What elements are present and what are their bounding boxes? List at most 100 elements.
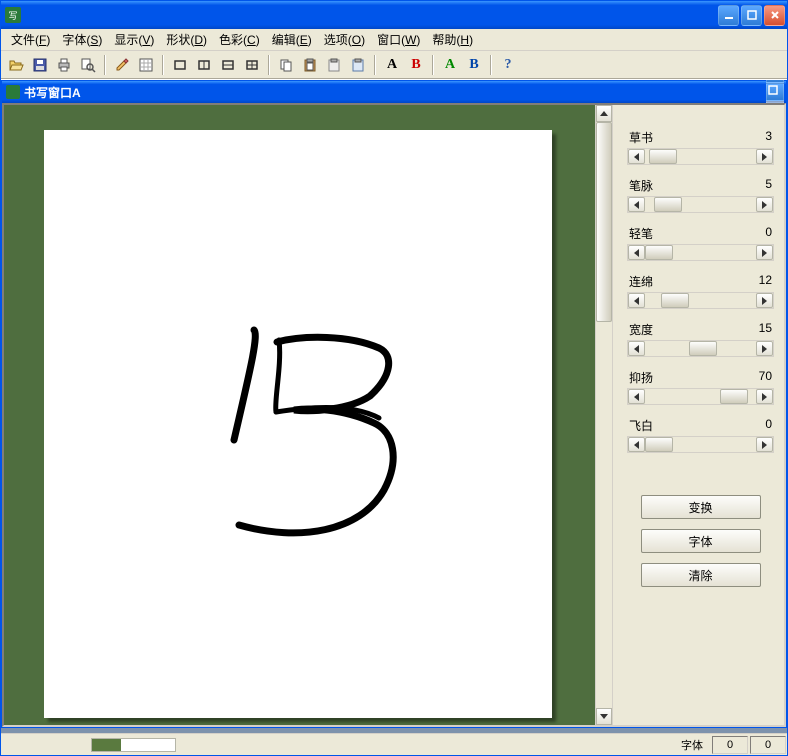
drawing-paper[interactable] (44, 130, 552, 718)
slider-track-1[interactable] (645, 197, 756, 212)
slider-left-6[interactable] (628, 437, 645, 452)
grid-icon[interactable] (135, 54, 157, 76)
slider-left-5[interactable] (628, 389, 645, 404)
slider-thumb-0[interactable] (649, 149, 677, 164)
vertical-scrollbar[interactable] (595, 105, 612, 725)
slider-track-5[interactable] (645, 389, 756, 404)
toolbar: ABAB? (1, 51, 787, 79)
slider-left-1[interactable] (628, 197, 645, 212)
slider-right-5[interactable] (756, 389, 773, 404)
slider-value-4: 15 (759, 321, 772, 338)
slider-value-3: 12 (759, 273, 772, 290)
rect1-icon[interactable] (169, 54, 191, 76)
slider-thumb-4[interactable] (689, 341, 717, 356)
clipboard-icon[interactable] (323, 54, 345, 76)
slider-left-0[interactable] (628, 149, 645, 164)
slider-6: 飞白0 (627, 417, 774, 453)
slider-track-2[interactable] (645, 245, 756, 260)
clipboard2-icon[interactable] (347, 54, 369, 76)
status-bar: 字体 0 0 (1, 733, 787, 755)
slider-right-6[interactable] (756, 437, 773, 452)
slider-thumb-5[interactable] (720, 389, 748, 404)
status-progress (91, 738, 176, 752)
main-titlebar[interactable]: 写 (1, 1, 787, 29)
menu-c[interactable]: 色彩(C) (213, 29, 266, 50)
slider-right-1[interactable] (756, 197, 773, 212)
letter-b2[interactable]: B (463, 54, 485, 76)
slider-thumb-1[interactable] (654, 197, 682, 212)
slider-value-0: 3 (765, 129, 772, 146)
slider-right-3[interactable] (756, 293, 773, 308)
slider-left-3[interactable] (628, 293, 645, 308)
slider-left-4[interactable] (628, 341, 645, 356)
canvas-area[interactable] (4, 105, 612, 725)
slider-right-0[interactable] (756, 149, 773, 164)
slider-4: 宽度 15 (627, 321, 774, 357)
menu-h[interactable]: 帮助(H) (426, 29, 479, 50)
scroll-down-button[interactable] (596, 708, 612, 725)
slider-5: 抑扬70 (627, 369, 774, 405)
menu-o[interactable]: 选项(O) (318, 29, 371, 50)
child-maximize-button[interactable] (766, 83, 784, 101)
font-button[interactable]: 字体 (641, 529, 761, 553)
letter-a1[interactable]: A (381, 54, 403, 76)
rect4-icon[interactable] (241, 54, 263, 76)
slider-track-0[interactable] (645, 149, 756, 164)
minimize-button[interactable] (718, 5, 739, 26)
pencil-icon[interactable] (111, 54, 133, 76)
slider-bar-4[interactable] (627, 340, 774, 357)
save-icon[interactable] (29, 54, 51, 76)
rect3-icon[interactable] (217, 54, 239, 76)
slider-right-4[interactable] (756, 341, 773, 356)
menu-f[interactable]: 文件(F) (5, 29, 56, 50)
menu-s[interactable]: 字体(S) (56, 29, 108, 50)
scroll-up-button[interactable] (596, 105, 612, 122)
menu-e[interactable]: 编辑(E) (266, 29, 318, 50)
child-window: 书写窗口A (1, 80, 787, 728)
child-titlebar[interactable]: 书写窗口A (2, 81, 786, 103)
menu-v[interactable]: 显示(V) (108, 29, 160, 50)
slider-track-6[interactable] (645, 437, 756, 452)
copy-icon[interactable] (275, 54, 297, 76)
slider-right-2[interactable] (756, 245, 773, 260)
letter-a2[interactable]: A (439, 54, 461, 76)
slider-left-2[interactable] (628, 245, 645, 260)
slider-track-3[interactable] (645, 293, 756, 308)
print-icon[interactable] (53, 54, 75, 76)
paste-icon[interactable] (299, 54, 321, 76)
scroll-track[interactable] (596, 322, 612, 708)
scroll-thumb[interactable] (596, 122, 612, 322)
status-label: 字体 (681, 737, 703, 753)
slider-thumb-2[interactable] (645, 245, 673, 260)
slider-1: 笔脉5 (627, 177, 774, 213)
slider-3: 连绵 12 (627, 273, 774, 309)
slider-thumb-6[interactable] (645, 437, 673, 452)
slider-label-4: 宽度 (629, 321, 653, 338)
transform-button[interactable]: 变换 (641, 495, 761, 519)
clear-button[interactable]: 清除 (641, 563, 761, 587)
slider-bar-2[interactable] (627, 244, 774, 261)
slider-bar-0[interactable] (627, 148, 774, 165)
help-icon[interactable]: ? (497, 54, 519, 76)
maximize-button[interactable] (741, 5, 762, 26)
slider-label-0: 草书 (629, 129, 653, 146)
open-icon[interactable] (5, 54, 27, 76)
rect2-icon[interactable] (193, 54, 215, 76)
slider-bar-6[interactable] (627, 436, 774, 453)
letter-b1[interactable]: B (405, 54, 427, 76)
slider-label-1: 笔脉 (629, 177, 653, 194)
slider-bar-3[interactable] (627, 292, 774, 309)
slider-bar-1[interactable] (627, 196, 774, 213)
child-title: 书写窗口A (24, 84, 766, 101)
child-body: 草书3笔脉5轻笔0连绵12宽度15抑扬70飞白0 变换 字体 清除 (2, 103, 786, 727)
slider-label-3: 连绵 (629, 273, 653, 290)
slider-label-5: 抑扬 (629, 369, 653, 386)
menu-d[interactable]: 形状(D) (160, 29, 213, 50)
menu-w[interactable]: 窗口(W) (371, 29, 426, 50)
close-button[interactable] (764, 5, 785, 26)
slider-track-4[interactable] (645, 341, 756, 356)
slider-thumb-3[interactable] (661, 293, 689, 308)
slider-value-6: 0 (765, 417, 772, 434)
preview-icon[interactable] (77, 54, 99, 76)
slider-bar-5[interactable] (627, 388, 774, 405)
